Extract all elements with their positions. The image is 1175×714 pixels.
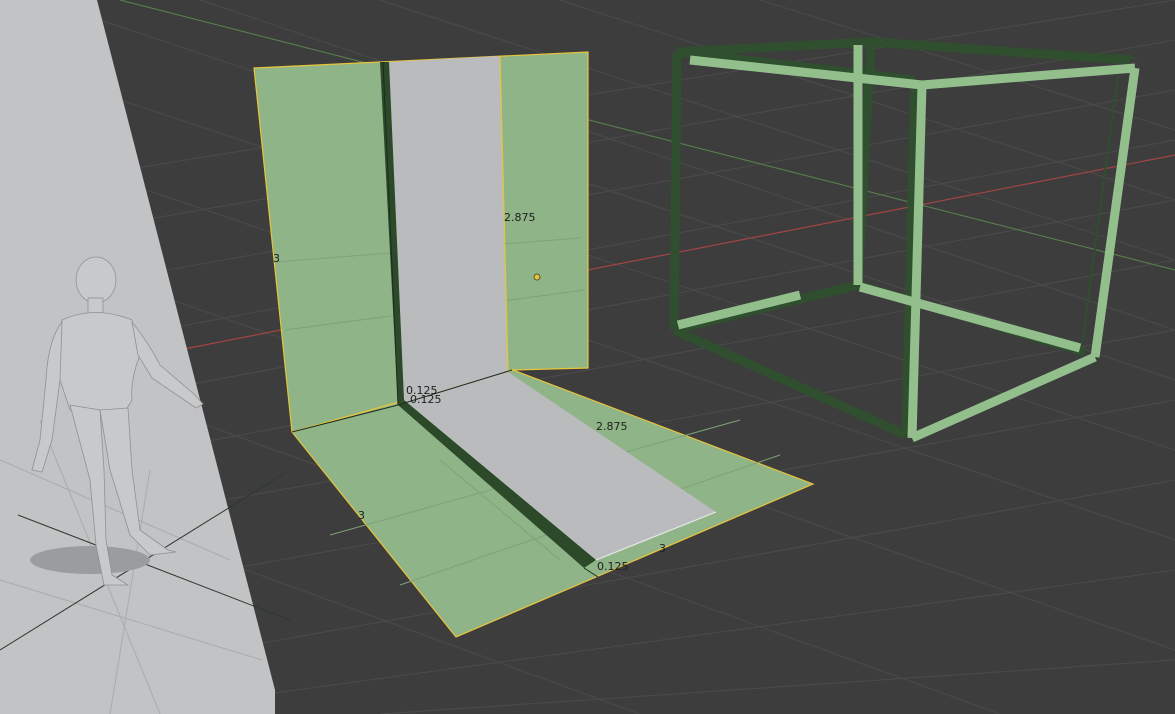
dim-floor-inner-depth: 2.875 (596, 420, 628, 433)
dim-back-inner-height: 2.875 (504, 211, 536, 224)
dim-floor-depth: 3 (358, 509, 365, 522)
figure-torso (57, 312, 141, 411)
3d-viewport[interactable]: 3 2.875 0.125 0.125 2.875 3 3 0.125 (0, 0, 1175, 714)
dim-corner-thickness-b: 0.125 (410, 393, 442, 406)
origin-point[interactable] (533, 273, 541, 281)
dim-floor-thickness: 0.125 (597, 560, 629, 573)
dim-back-height: 3 (273, 252, 280, 265)
figure-shadow (30, 546, 150, 574)
inner-wall-panel[interactable] (389, 56, 508, 400)
dim-floor-width: 3 (659, 542, 666, 555)
figure-head (75, 256, 117, 304)
